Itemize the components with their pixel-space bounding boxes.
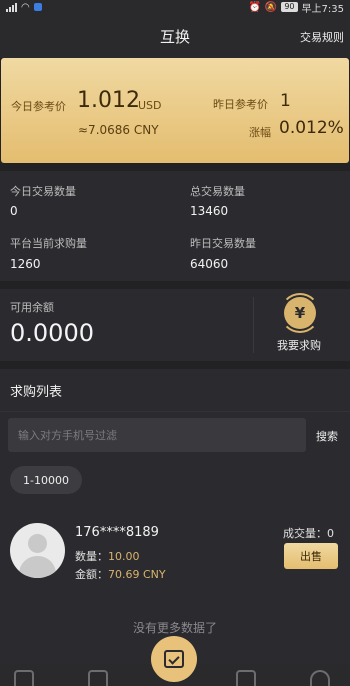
today-volume-label: 今日交易数量 (10, 185, 76, 198)
yesterday-volume-label: 昨日交易数量 (190, 237, 256, 250)
status-right: ⏰ 🔕 90 早上7:35 (248, 0, 344, 15)
status-left: ◠ (6, 2, 42, 13)
change-label: 涨幅 (249, 126, 271, 139)
balance-value: 0.0000 (10, 319, 94, 347)
order-amount: 金额：70.69 CNY (75, 566, 166, 582)
today-volume-value: 0 (10, 204, 18, 218)
order-quantity: 数量：10.00 (75, 548, 140, 564)
avatar (10, 523, 65, 578)
order-phone: 176****8189 (75, 525, 159, 540)
signal-icon (6, 2, 17, 12)
buy-request-button[interactable]: 我要求购 (277, 337, 321, 353)
avatar-head-icon (28, 534, 47, 553)
home-tab-icon[interactable] (14, 670, 34, 686)
trade-rules-link[interactable]: 交易规则 (300, 29, 344, 45)
amount-value: 70.69 CNY (108, 568, 166, 581)
list-title: 求购列表 (0, 369, 350, 411)
search-button[interactable]: 搜索 (316, 428, 338, 444)
no-more-data: 没有更多数据了 (132, 621, 217, 635)
balance-panel: 可用余额 0.0000 ¥ 我要求购 (0, 289, 350, 361)
status-time: 早上7:35 (301, 3, 344, 15)
balance-label: 可用余额 (10, 301, 54, 314)
order-deal: 成交量：0 (283, 525, 334, 541)
divider (253, 297, 254, 353)
calendar-check-icon (164, 650, 184, 668)
total-volume-label: 总交易数量 (190, 185, 245, 198)
yesterday-price-label: 昨日参考价 (213, 98, 268, 111)
today-price-value: 1.012 (77, 88, 140, 113)
total-volume-value: 13460 (190, 204, 229, 218)
amount-label: 金额： (75, 568, 108, 581)
quantity-value: 10.00 (108, 550, 140, 563)
yesterday-price-value: 1 (280, 91, 291, 111)
page-title: 互换 (159, 27, 190, 46)
trade-stats: 今日交易数量 0 总交易数量 13460 平台当前求购量 1260 昨日交易数量… (0, 171, 350, 281)
today-price-cny: ≈7.0686 CNY (78, 123, 159, 137)
alarm-icon: ⏰ (248, 1, 261, 13)
platform-buy-value: 1260 (10, 257, 41, 271)
avatar-body-icon (19, 556, 56, 578)
price-card: 今日参考价 1.012 USD ≈7.0686 CNY 昨日参考价 1 涨幅 0… (1, 58, 349, 163)
change-value: 0.012% (279, 118, 344, 138)
market-tab-icon[interactable] (88, 670, 108, 686)
status-bar: ◠ ⏰ 🔕 90 早上7:35 (0, 0, 350, 15)
profile-tab-icon[interactable] (310, 670, 330, 686)
chart-tab-icon[interactable] (236, 670, 256, 686)
header: 互换 交易规则 (0, 14, 350, 58)
deal-label: 成交量： (283, 527, 327, 540)
battery-icon: 90 (281, 2, 298, 12)
wifi-icon: ◠ (21, 1, 30, 13)
today-price-label: 今日参考价 (11, 100, 66, 113)
platform-buy-label: 平台当前求购量 (10, 237, 87, 250)
today-price-unit: USD (138, 99, 162, 112)
exchange-tab-button[interactable] (151, 636, 197, 682)
sell-button[interactable]: 出售 (284, 543, 338, 569)
app-notification-icon (33, 3, 42, 11)
yen-icon[interactable]: ¥ (280, 293, 320, 333)
range-filter-chip[interactable]: 1-10000 (10, 466, 82, 494)
mute-icon: 🔕 (264, 1, 278, 13)
yesterday-volume-value: 64060 (190, 257, 229, 271)
phone-filter-input[interactable] (8, 418, 306, 452)
quantity-label: 数量： (75, 550, 108, 563)
deal-value: 0 (327, 527, 334, 540)
